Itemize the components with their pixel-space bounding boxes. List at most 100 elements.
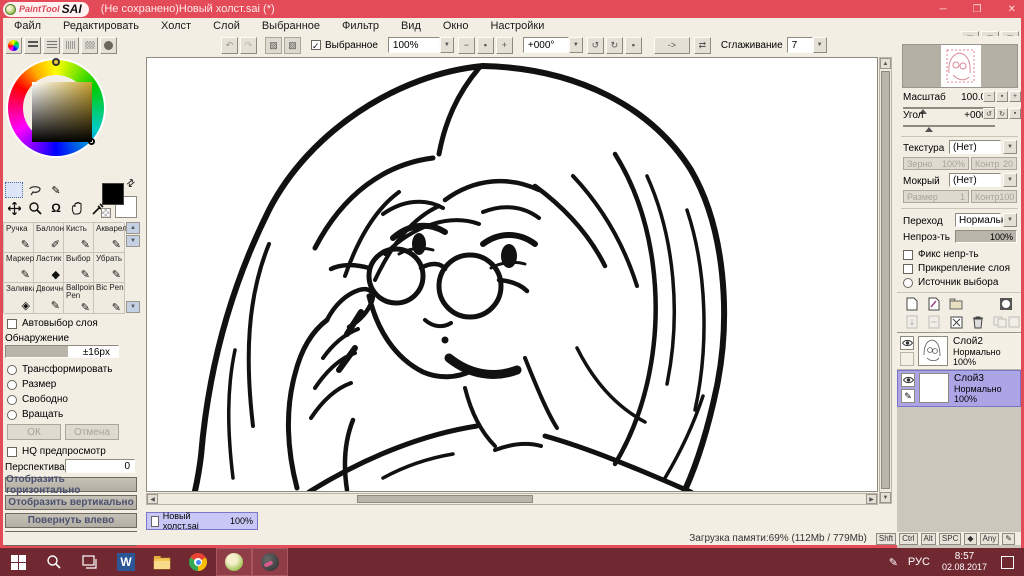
layer-visibility-toggle[interactable] bbox=[901, 373, 915, 387]
tool-bic-pen[interactable]: Bic Pen✎ bbox=[94, 283, 125, 314]
new-layer-button[interactable] bbox=[903, 296, 921, 312]
auto-select-layer-checkbox[interactable]: Автовыбор слоя bbox=[7, 318, 98, 329]
menu-canvas[interactable]: Холст bbox=[150, 20, 202, 32]
menu-settings[interactable]: Настройки bbox=[479, 20, 555, 32]
taskbar-search-button[interactable] bbox=[36, 548, 72, 576]
maximize-button[interactable]: ❐ bbox=[973, 4, 982, 15]
menu-selection[interactable]: Выбранное bbox=[251, 20, 331, 32]
angle-slider[interactable] bbox=[903, 125, 995, 127]
angle-cw-button[interactable]: ↻ bbox=[996, 108, 1008, 119]
angle-value-field[interactable]: +000° bbox=[523, 37, 569, 53]
scale-plus-button[interactable]: + bbox=[1009, 91, 1021, 102]
canvas-vscrollbar[interactable]: ▲ ▼ bbox=[879, 57, 892, 504]
menu-edit[interactable]: Редактировать bbox=[52, 20, 150, 32]
saturation-value-square[interactable] bbox=[32, 82, 92, 142]
radio-transform[interactable]: Трансформировать bbox=[7, 364, 112, 375]
language-indicator[interactable]: РУС bbox=[908, 556, 930, 568]
tool-binary-pen[interactable]: Двоичн✎ bbox=[34, 283, 64, 314]
selection-visible-checkbox[interactable]: ✓ Выбранное bbox=[311, 40, 378, 51]
vscroll-thumb[interactable] bbox=[881, 71, 890, 489]
tool-marker[interactable]: Маркер✎ bbox=[4, 253, 34, 283]
sai-taskbar-button-active[interactable] bbox=[216, 548, 252, 576]
foreground-color-swatch[interactable] bbox=[102, 183, 124, 205]
menu-layer[interactable]: Слой bbox=[202, 20, 251, 32]
flip-vertical-button[interactable]: Отобразить вертикально bbox=[5, 495, 137, 510]
texture-dropdown-button[interactable]: ▼ bbox=[1003, 140, 1017, 154]
panel-toggle-3-button[interactable] bbox=[62, 37, 79, 54]
angle-dropdown-button[interactable]: ▼ bbox=[569, 37, 583, 53]
scale-reset-button[interactable]: ▪ bbox=[996, 91, 1008, 102]
paint-app-button-active[interactable] bbox=[252, 548, 288, 576]
pen-input-icon[interactable]: ✎ bbox=[889, 556, 898, 569]
tool-brush[interactable]: Кисть✎ bbox=[64, 223, 94, 253]
zoom-reset-button[interactable]: ▪ bbox=[477, 37, 494, 54]
clock[interactable]: 8:57 02.08.2017 bbox=[942, 551, 987, 573]
wet-select[interactable]: (Нет) bbox=[949, 173, 1001, 187]
wet-dropdown-button[interactable]: ▼ bbox=[1003, 173, 1017, 187]
fix-opacity-checkbox[interactable]: Фикс непр-ть bbox=[903, 249, 979, 260]
panel-toggle-2-button[interactable] bbox=[43, 37, 60, 54]
tool-grid-scroll-end[interactable]: ▼ bbox=[126, 301, 140, 313]
zoom-tool[interactable] bbox=[26, 200, 44, 216]
smoothing-dropdown-button[interactable]: ▼ bbox=[813, 37, 827, 53]
rect-select-tool[interactable] bbox=[5, 182, 23, 198]
rotate-reset-button[interactable]: ▪ bbox=[625, 37, 642, 54]
texture-select[interactable]: (Нет) bbox=[949, 140, 1001, 154]
opacity-slider[interactable]: 100% bbox=[955, 230, 1017, 243]
scroll-down-arrow[interactable]: ▼ bbox=[880, 492, 891, 503]
invert-selection-button[interactable]: ▧ bbox=[284, 37, 301, 54]
minimize-button[interactable]: ─ bbox=[940, 4, 947, 15]
canvas[interactable] bbox=[146, 57, 878, 492]
merge-down-button[interactable] bbox=[925, 314, 943, 330]
menu-filter[interactable]: Фильтр bbox=[331, 20, 390, 32]
scale-slider[interactable] bbox=[903, 107, 995, 109]
zoom-out-button[interactable]: − bbox=[458, 37, 475, 54]
action-center-icon[interactable] bbox=[1001, 556, 1014, 569]
tool-pen[interactable]: Ручка✎ bbox=[4, 223, 34, 253]
layer-extra-button[interactable] bbox=[1007, 314, 1021, 330]
tool-airbrush[interactable]: Баллон✐ bbox=[34, 223, 64, 253]
scroll-left-arrow[interactable]: ◀ bbox=[147, 494, 158, 504]
tool-eraser[interactable]: Ластик◆ bbox=[34, 253, 64, 283]
tool-grid-scroll-down[interactable]: ▼ bbox=[126, 235, 140, 247]
close-button[interactable]: ✕ bbox=[1008, 4, 1016, 15]
smoothing-value-field[interactable]: 7 bbox=[787, 37, 813, 53]
panel-toggle-1-button[interactable] bbox=[24, 37, 41, 54]
menu-view[interactable]: Вид bbox=[390, 20, 432, 32]
angle-ccw-button[interactable]: ↺ bbox=[983, 108, 995, 119]
perspective-field[interactable]: 0 bbox=[65, 459, 135, 473]
hscroll-thumb[interactable] bbox=[357, 495, 533, 503]
transparent-color-swatch[interactable] bbox=[101, 208, 111, 218]
start-button[interactable] bbox=[0, 548, 36, 576]
angle-reset-button[interactable]: ▪ bbox=[1009, 108, 1021, 119]
rotate-cw-button[interactable]: ↻ bbox=[606, 37, 623, 54]
selection-source-radio[interactable]: Источник выбора bbox=[903, 277, 998, 288]
hand-tool[interactable] bbox=[68, 200, 86, 216]
tool-ballpoint-pen[interactable]: Ballpoint Pen✎ bbox=[64, 283, 94, 314]
arrow-mode-button[interactable]: -> bbox=[654, 37, 690, 54]
new-vector-layer-button[interactable] bbox=[925, 296, 943, 312]
clear-layer-button[interactable] bbox=[947, 314, 965, 330]
ok-button[interactable]: ОК bbox=[7, 424, 61, 440]
magic-wand-tool[interactable]: ✎ bbox=[47, 182, 65, 198]
menu-window[interactable]: Окно bbox=[432, 20, 480, 32]
hq-preview-checkbox[interactable]: HQ предпросмотр bbox=[7, 446, 106, 457]
panel-toggle-4-button[interactable] bbox=[81, 37, 98, 54]
layer-mask-button[interactable] bbox=[997, 296, 1015, 312]
clipping-group-checkbox[interactable]: Прикрепление слоя bbox=[903, 263, 1010, 274]
flip-horizontal-button[interactable]: Отобразить горизонтально bbox=[5, 477, 137, 492]
tool-fill[interactable]: Заливка◈ bbox=[4, 283, 34, 314]
tool-grid-scroll-up[interactable]: ▲ bbox=[126, 222, 140, 234]
color-wheel-toggle-button[interactable] bbox=[5, 37, 22, 54]
sv-marker[interactable] bbox=[88, 138, 95, 145]
swap-colors-icon[interactable]: ⇄ bbox=[124, 177, 137, 191]
chrome-button[interactable] bbox=[180, 548, 216, 576]
radio-size[interactable]: Размер bbox=[7, 379, 56, 390]
flip-view-button[interactable]: ⇄ bbox=[694, 37, 711, 54]
menu-file[interactable]: Файл bbox=[3, 20, 52, 32]
layer-row-2[interactable]: Слой2 Нормально 100% bbox=[897, 333, 1021, 370]
file-explorer-button[interactable] bbox=[144, 548, 180, 576]
scale-minus-button[interactable]: − bbox=[983, 91, 995, 102]
lasso-tool[interactable] bbox=[26, 182, 44, 198]
transfer-down-button[interactable] bbox=[903, 314, 921, 330]
